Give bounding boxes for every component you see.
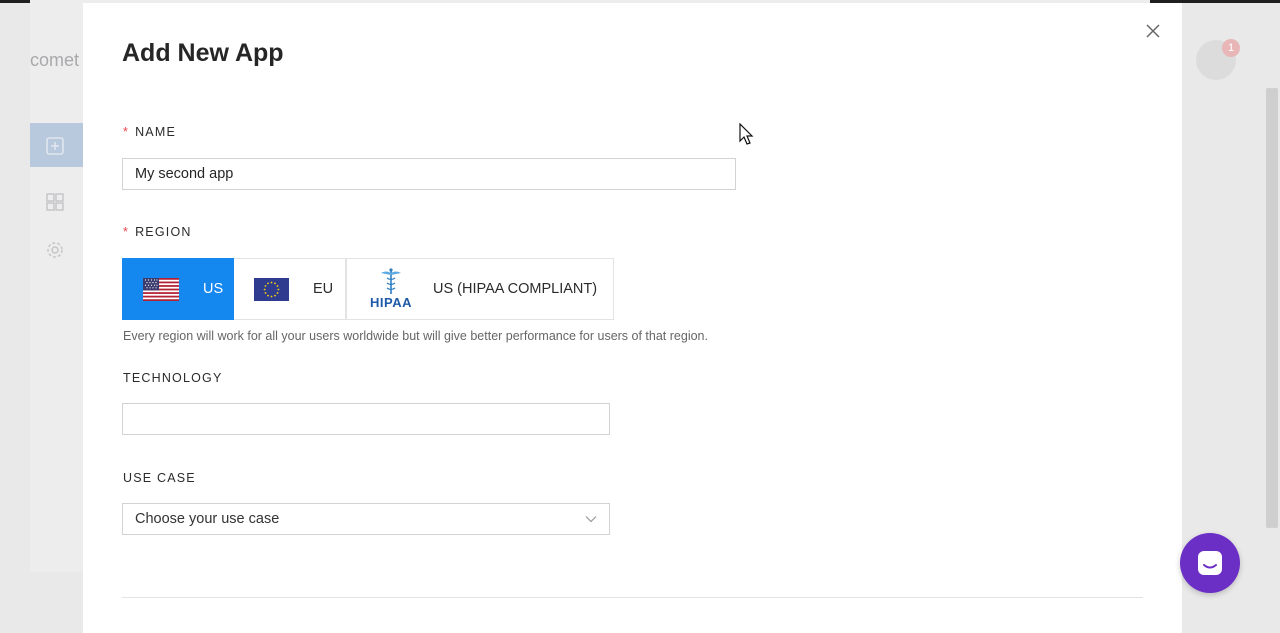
name-label-text: NAME — [135, 125, 176, 139]
caduceus-icon — [381, 268, 401, 294]
chat-icon — [1198, 551, 1222, 575]
page-scrollbar[interactable] — [1266, 88, 1278, 528]
use-case-select[interactable]: Choose your use case — [122, 503, 610, 535]
hipaa-logo: HIPAA — [367, 268, 415, 310]
us-flag-icon — [143, 277, 179, 301]
close-button[interactable] — [1143, 21, 1163, 41]
use-case-selected-value: Choose your use case — [135, 511, 280, 527]
technology-input[interactable] — [122, 403, 610, 435]
region-option-hipaa[interactable]: HIPAA US (HIPAA COMPLIANT) — [346, 258, 614, 320]
region-help-text: Every region will work for all your user… — [123, 329, 708, 343]
region-option-hipaa-label: US (HIPAA COMPLIANT) — [433, 281, 598, 297]
footer-divider — [122, 597, 1143, 598]
chat-launcher-button[interactable] — [1180, 533, 1240, 593]
close-icon — [1146, 24, 1160, 38]
region-option-us-label: US — [203, 281, 224, 297]
region-label-text: REGION — [135, 225, 192, 239]
notification-badge: 1 — [1222, 39, 1240, 57]
hipaa-logo-text: HIPAA — [370, 295, 412, 310]
region-option-eu-label: EU — [313, 281, 334, 297]
technology-label: TECHNOLOGY — [123, 371, 223, 385]
add-app-icon — [46, 137, 64, 155]
modal-title: Add New App — [122, 39, 284, 67]
dashboard-grid-icon — [46, 193, 64, 211]
name-input[interactable] — [122, 158, 736, 190]
gear-icon — [47, 242, 63, 258]
chevron-down-icon — [585, 516, 597, 523]
name-label: * NAME — [123, 125, 176, 139]
required-mark: * — [123, 125, 130, 139]
background-logo: comet — [30, 50, 80, 70]
use-case-label: USE CASE — [123, 471, 196, 485]
required-mark: * — [123, 225, 130, 239]
eu-flag-icon — [254, 277, 289, 301]
region-option-eu[interactable]: EU — [234, 258, 346, 320]
region-label: * REGION — [123, 225, 192, 239]
region-selector: US EU HIPAA US (HIPAA COMPLIANT) — [122, 258, 614, 320]
add-app-modal: Add New App * NAME * REGION — [83, 3, 1182, 633]
mouse-pointer-icon — [739, 123, 754, 145]
region-option-us[interactable]: US — [122, 258, 234, 320]
